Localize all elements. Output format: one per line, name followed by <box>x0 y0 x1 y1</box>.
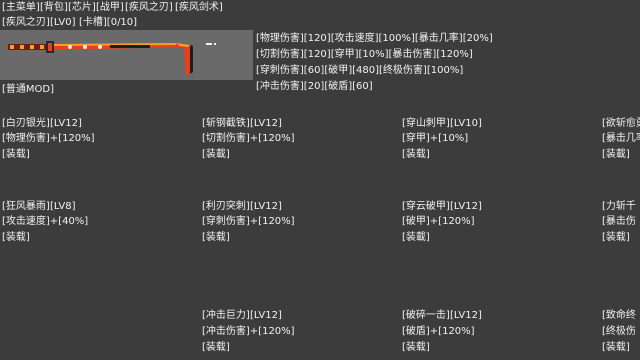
mod-effect: [冲击伤害]+[120%] <box>202 326 295 337</box>
mod-name: [斩钢截铁] <box>202 118 250 129</box>
weapon-level: [LV0] <box>50 17 76 28</box>
load-button[interactable]: [装载] <box>402 148 430 161</box>
mod-name: [穿山刺甲] <box>402 118 450 129</box>
mod-name: [欲斩愈勇 <box>602 118 640 129</box>
mod-name: [利刃突刺] <box>202 201 250 212</box>
mod-effect: [物理伤害]+[120%] <box>2 133 95 144</box>
mod-level: [LV8] <box>50 201 76 212</box>
mod-type-label[interactable]: [普通MOD] <box>2 83 54 96</box>
stat-line-3: [穿刺伤害][60][破甲][480][终极伤害][100%] <box>256 65 464 76</box>
menu-item-chip[interactable]: [芯片] <box>68 1 96 14</box>
mod-level: [LV12] <box>250 310 282 321</box>
mod-name: [穿云破甲] <box>402 201 450 212</box>
load-button[interactable]: [装载] <box>2 148 30 161</box>
mod-name: [白刃银光] <box>2 118 50 129</box>
katana-sword-icon <box>8 41 216 76</box>
mod-name: [冲击巨力] <box>202 310 250 321</box>
mod-name: [狂风暴雨] <box>2 201 50 212</box>
load-button[interactable]: [装载] <box>202 341 230 354</box>
weapon-name: [疾风之刃] <box>2 17 50 28</box>
menu-item-sword-skill[interactable]: [疾风剑术] <box>175 1 223 14</box>
load-button[interactable]: [装载] <box>2 231 30 244</box>
mod-name: [致命终 <box>602 310 636 321</box>
weapon-slots: [卡槽][0/10] <box>79 17 138 28</box>
mod-effect: [破甲]+[120%] <box>402 216 475 227</box>
load-button[interactable]: [装載] <box>202 148 230 161</box>
menu-item-backpack[interactable]: [背包] <box>40 1 68 14</box>
load-button[interactable]: [装载] <box>602 341 630 354</box>
mod-level: [LV12] <box>250 118 282 129</box>
mod-effect: [攻击速度]+[40%] <box>2 216 89 227</box>
load-button[interactable]: [装载] <box>402 341 430 354</box>
load-button[interactable]: [装载] <box>202 231 230 244</box>
weapon-thumbnail <box>0 30 253 80</box>
mod-level: [LV12] <box>250 201 282 212</box>
menu-item-weapon[interactable]: [疾风之刃] <box>125 1 173 14</box>
mod-effect: [暴击几率 <box>602 133 640 144</box>
mod-effect: [穿刺伤害]+[120%] <box>202 216 295 227</box>
load-button[interactable]: [装載] <box>402 231 430 244</box>
mod-effect: [破盾]+[120%] <box>402 326 475 337</box>
mod-name: [破碎一击] <box>402 310 450 321</box>
mod-level: [LV12] <box>50 118 82 129</box>
mod-level: [LV12] <box>450 310 482 321</box>
mod-level: [LV12] <box>450 201 482 212</box>
mod-effect: [暴击伤 <box>602 216 636 227</box>
load-button[interactable]: [装载] <box>602 231 630 244</box>
mod-effect: [穿甲]+[10%] <box>402 133 469 144</box>
mod-effect: [终极伤 <box>602 326 636 337</box>
stat-line-4: [冲击伤害][20][破盾][60] <box>256 81 373 92</box>
stat-line-2: [切割伤害][120][穿甲][10%][暴击伤害][120%] <box>256 49 473 60</box>
load-button[interactable]: [装載] <box>602 148 630 161</box>
menu-item-armor[interactable]: [战甲] <box>96 1 124 14</box>
menu-item-main[interactable]: [主菜单] <box>2 1 40 14</box>
mod-effect: [切割伤害]+[120%] <box>202 133 295 144</box>
mod-level: [LV10] <box>450 118 482 129</box>
mod-name: [力斩千 <box>602 201 636 212</box>
stat-line-1: [物理伤害][120][攻击速度][100%][暴击几率][20%] <box>256 33 493 44</box>
